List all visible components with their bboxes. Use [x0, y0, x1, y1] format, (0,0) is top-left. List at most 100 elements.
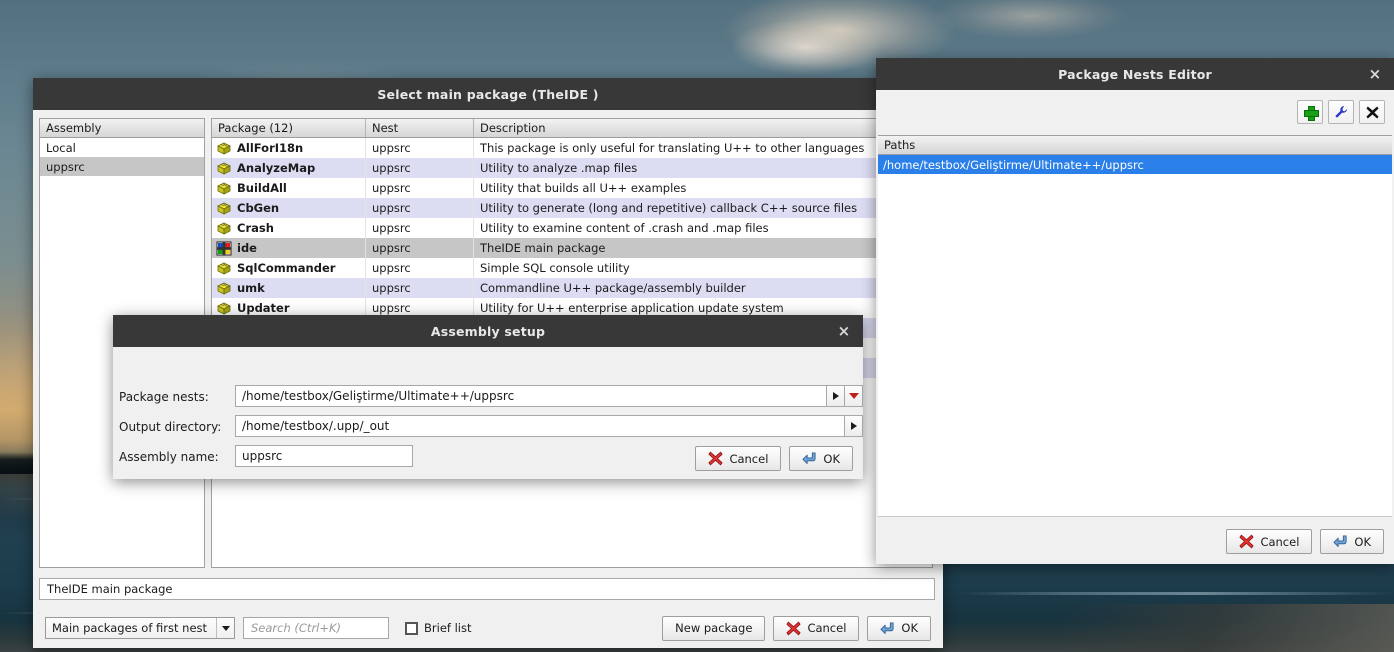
assembly-setup-cancel-button[interactable]: Cancel	[695, 446, 781, 471]
package-info-line: TheIDE main package	[39, 578, 935, 600]
nests-editor-titlebar: Package Nests Editor ×	[876, 58, 1394, 90]
table-row[interactable]: AllForI18nuppsrcThis package is only use…	[212, 138, 932, 158]
description-text: Utility to examine content of .crash and…	[480, 221, 769, 235]
close-x-icon	[1366, 106, 1379, 119]
plus-icon	[1304, 106, 1317, 119]
nest-name: uppsrc	[372, 301, 411, 315]
nest-name: uppsrc	[372, 281, 411, 295]
cell-package: ide	[212, 238, 366, 258]
cell-nest: uppsrc	[366, 178, 474, 198]
assembly-name-label: Assembly name:	[119, 450, 219, 464]
table-row[interactable]: umk uppsrc Commandline U++ package/assembl…	[212, 278, 932, 298]
brief-list-checkbox[interactable]	[405, 622, 418, 635]
close-icon[interactable]: ×	[835, 322, 853, 340]
cell-nest: uppsrc	[366, 138, 474, 158]
package-brick-icon	[216, 281, 232, 296]
cell-nest: uppsrc	[366, 238, 474, 258]
assembly-name-value: uppsrc	[242, 449, 282, 463]
description-text: Commandline U++ package/assembly builder	[480, 281, 746, 295]
brief-list-label: Brief list	[424, 621, 471, 635]
assembly-item[interactable]: uppsrc	[40, 157, 204, 176]
nests-editor-title: Package Nests Editor	[1058, 67, 1212, 82]
package-name: CbGen	[237, 201, 279, 215]
package-filter-value: Main packages of first nest	[52, 621, 207, 635]
main-dialog-titlebar: Select main package (TheIDE )	[33, 78, 943, 110]
list-item[interactable]: /home/testbox/Geliştirme/Ultimate++/upps…	[878, 155, 1392, 174]
package-name: Crash	[237, 221, 274, 235]
assembly-column-header: Assembly	[40, 119, 204, 138]
packages-column-header: Package (12) Nest Description	[212, 119, 932, 138]
package-nests-value: /home/testbox/Geliştirme/Ultimate++/upps…	[242, 389, 514, 403]
nest-name: uppsrc	[372, 241, 411, 255]
ide-puzzle-icon	[216, 241, 232, 256]
chevron-down-icon[interactable]	[216, 618, 234, 638]
cell-nest: uppsrc	[366, 278, 474, 298]
search-input[interactable]: Search (Ctrl+K)	[243, 617, 389, 639]
cell-package: AllForI18n	[212, 138, 366, 158]
package-nests-editor-dialog: Package Nests Editor × Paths /home/t	[876, 58, 1394, 564]
nests-cancel-label: Cancel	[1260, 535, 1299, 549]
description-text: Utility for U++ enterprise application u…	[480, 301, 784, 315]
main-dialog-title: Select main package (TheIDE )	[377, 87, 598, 102]
package-name: ide	[237, 241, 257, 255]
package-filter-dropdown[interactable]: Main packages of first nest	[45, 617, 235, 639]
cell-package: umk	[212, 278, 366, 298]
package-name: Updater	[237, 301, 290, 315]
cell-description: TheIDE main package	[474, 238, 932, 258]
nests-cancel-button[interactable]: Cancel	[1226, 529, 1312, 554]
path-value: /home/testbox/Geliştirme/Ultimate++/upps…	[883, 158, 1144, 172]
package-brick-icon	[216, 161, 232, 176]
table-row[interactable]: Crash uppsrc Utility to examine content of…	[212, 218, 932, 238]
column-header-package[interactable]: Package (12)	[212, 119, 366, 137]
assembly-item[interactable]: Local	[40, 138, 204, 157]
assembly-name-input[interactable]: uppsrc	[235, 445, 413, 467]
cell-package: BuildAll	[212, 178, 366, 198]
output-directory-value: /home/testbox/.upp/_out	[242, 419, 389, 433]
cell-description: Utility that builds all U++ examples	[474, 178, 932, 198]
nest-name: uppsrc	[372, 141, 411, 155]
enter-arrow-icon	[880, 621, 895, 636]
brief-list-checkbox-row[interactable]: Brief list	[405, 621, 471, 635]
package-brick-icon	[216, 181, 232, 196]
column-header-nest[interactable]: Nest	[366, 119, 474, 137]
new-package-button[interactable]: New package	[662, 616, 765, 641]
nests-ok-button[interactable]: OK	[1320, 529, 1384, 554]
wave-streak	[960, 592, 1394, 595]
assembly-header-label: Assembly	[40, 119, 204, 137]
remove-path-button[interactable]	[1359, 100, 1385, 124]
main-ok-button[interactable]: OK	[867, 616, 931, 641]
description-text: Utility to generate (long and repetitive…	[480, 201, 857, 215]
nest-name: uppsrc	[372, 181, 411, 195]
cancel-x-icon	[1239, 534, 1254, 549]
table-row[interactable]: BuildAll uppsrc Utility that builds all U+…	[212, 178, 932, 198]
close-icon[interactable]: ×	[1366, 65, 1384, 83]
assembly-setup-titlebar: Assembly setup ×	[113, 315, 863, 347]
search-placeholder: Search (Ctrl+K)	[251, 621, 341, 635]
assembly-setup-cancel-label: Cancel	[729, 452, 768, 466]
nests-editor-buttons: Cancel OK	[1226, 529, 1384, 554]
table-row[interactable]: CbGenuppsrcUtility to generate (long and…	[212, 198, 932, 218]
table-row[interactable]: ide uppsrc TheIDE main package	[212, 238, 932, 258]
description-text: Utility that builds all U++ examples	[480, 181, 686, 195]
package-nests-history-button[interactable]	[845, 385, 863, 407]
cell-nest: uppsrc	[366, 218, 474, 238]
paths-column-header: Paths	[878, 136, 1392, 155]
enter-arrow-icon	[1333, 534, 1348, 549]
edit-path-button[interactable]	[1328, 100, 1354, 124]
column-header-description[interactable]: Description	[474, 119, 932, 137]
main-cancel-button[interactable]: Cancel	[773, 616, 859, 641]
add-path-button[interactable]	[1297, 100, 1323, 124]
assembly-setup-ok-button[interactable]: OK	[789, 446, 853, 471]
nests-editor-toolbar	[1297, 100, 1385, 124]
wrench-icon	[1334, 105, 1348, 119]
table-row[interactable]: SqlCommanderuppsrcSimple SQL console uti…	[212, 258, 932, 278]
package-nests-input[interactable]: /home/testbox/Geliştirme/Ultimate++/upps…	[235, 385, 827, 407]
table-row[interactable]: AnalyzeMapuppsrcUtility to analyze .map …	[212, 158, 932, 178]
assembly-item-label: uppsrc	[46, 160, 85, 174]
output-directory-input[interactable]: /home/testbox/.upp/_out	[235, 415, 845, 437]
nests-paths-list: Paths /home/testbox/Geliştirme/Ultimate+…	[878, 135, 1392, 517]
paths-header-label: Paths	[878, 136, 1392, 154]
cell-description: Simple SQL console utility	[474, 258, 932, 278]
package-nests-browse-button[interactable]	[827, 385, 845, 407]
output-directory-browse-button[interactable]	[845, 415, 863, 437]
